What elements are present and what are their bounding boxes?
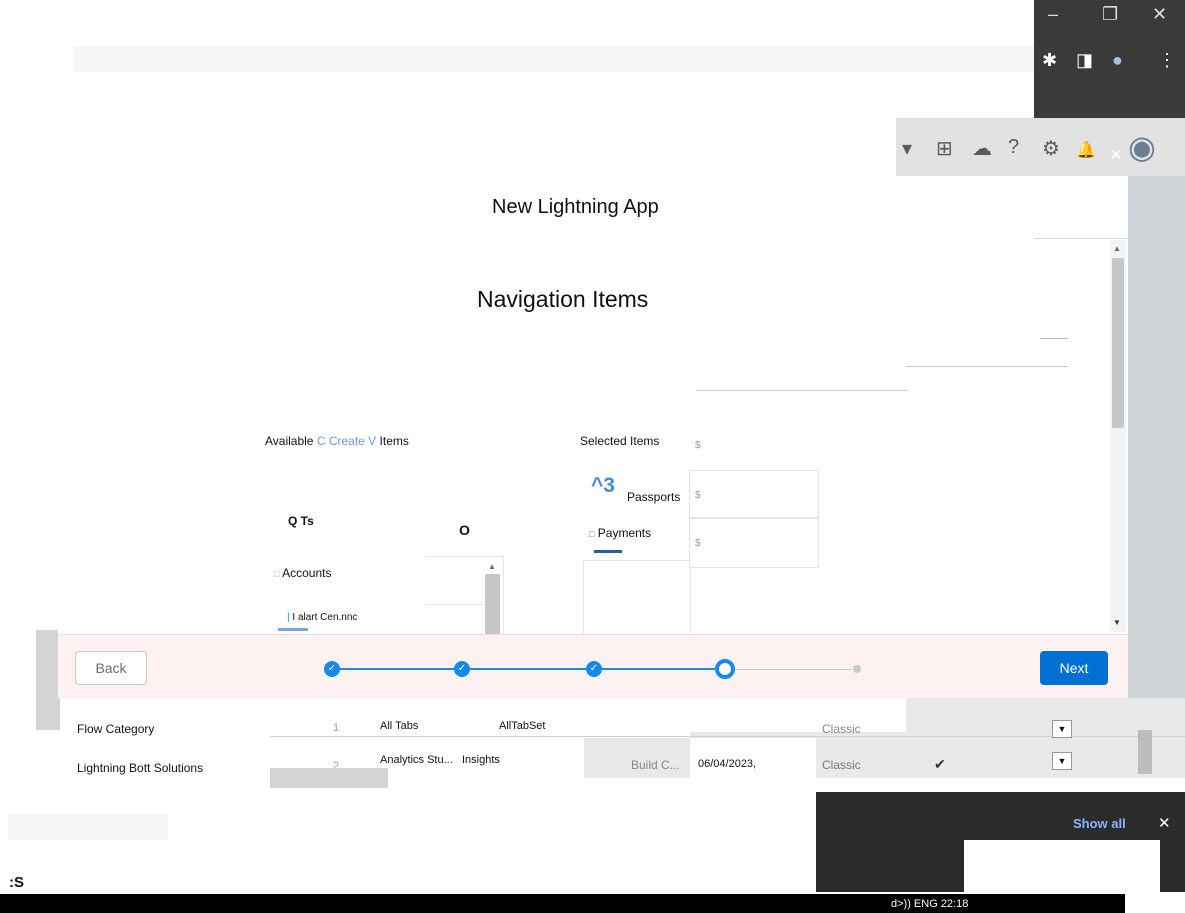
salesforce-header: ▾ ⊞ ☁ ? ⚙ 🔔 × ◉ [896, 118, 1185, 176]
order-box[interactable] [689, 470, 819, 518]
background-panel-left [270, 768, 388, 788]
list-divider [426, 604, 486, 605]
progress-step-complete-icon[interactable]: ✓ [586, 661, 602, 677]
table-white-block [690, 698, 906, 732]
progress-step-complete-icon[interactable]: ✓ [454, 661, 470, 677]
sidebar-item-flow-category[interactable]: Flow Category [77, 722, 154, 736]
progress-line [462, 668, 590, 670]
white-block [964, 840, 1160, 892]
tab-icon[interactable]: ◨ [1076, 50, 1093, 71]
bell-icon[interactable]: 🔔 [1076, 140, 1096, 160]
checkbox-icon: □ [274, 569, 280, 579]
table-scrollbar[interactable] [1138, 730, 1152, 774]
progress-line [332, 668, 460, 670]
browser-address-strip [74, 46, 1034, 72]
scroll-down-icon[interactable]: ▼ [1113, 618, 1121, 627]
faint-block [8, 814, 168, 840]
add-icon[interactable]: ⊞ [936, 136, 953, 161]
create-link[interactable]: C Create V [317, 434, 376, 448]
minimize-button[interactable]: – [1048, 4, 1058, 25]
sort-icon[interactable]: $ [695, 538, 701, 549]
selected-item-passports[interactable]: Passports [627, 490, 680, 504]
checkbox-icon: □ [589, 529, 595, 539]
table-white-block [270, 698, 584, 778]
table-cell-desc: Build C... [631, 758, 680, 772]
list-item-alert[interactable]: | I alart Cen.nnc [287, 612, 357, 623]
selected-item-bar [594, 550, 622, 553]
row-action-dropdown[interactable]: ▼ [1052, 720, 1072, 738]
section-title: Navigation Items [477, 286, 649, 312]
available-items-label: Available C Create V Items [265, 434, 409, 448]
taskbar: d>)) ENG 22:18 [0, 894, 1125, 913]
browser-chrome: – ❐ ✕ ✱ ◨ ● ⋮ [1034, 0, 1185, 118]
dropdown-icon[interactable]: ▾ [902, 136, 912, 161]
selected-count-badge: ^3 [591, 474, 615, 497]
more-icon[interactable]: ⋮ [1158, 50, 1176, 71]
modal-close-icon[interactable]: × [1110, 144, 1122, 167]
sort-icon[interactable]: $ [695, 440, 701, 451]
restore-button[interactable]: ❐ [1102, 4, 1118, 25]
progress-step-current[interactable] [715, 659, 735, 679]
profile-icon[interactable]: ● [1112, 50, 1123, 71]
modal-scroll-thumb[interactable] [1112, 258, 1124, 428]
faint-text-line [696, 390, 908, 391]
avatar[interactable]: ◉ [1128, 128, 1156, 166]
progress-line-pending [726, 669, 852, 670]
table-cell-dev: Insights [462, 754, 500, 766]
row-number: 1 [333, 722, 340, 734]
sidebar-item-lightning-bolt[interactable]: Lightning Bott Solutions [77, 761, 203, 775]
help-icon[interactable]: ? [1008, 136, 1019, 159]
table-cell-ui: Classic [822, 722, 861, 736]
table-cell-dev: AllTabSet [499, 720, 546, 732]
taskbar-left-label: :S [9, 874, 24, 891]
scroll-up-icon[interactable]: ▲ [488, 562, 496, 571]
show-all-link[interactable]: Show all [1073, 816, 1126, 831]
modal-header-divider [1034, 238, 1128, 239]
modal-title: New Lightning App [492, 196, 659, 218]
next-button[interactable]: Next [1040, 651, 1108, 685]
selected-items-list[interactable] [583, 560, 691, 634]
back-button[interactable]: Back [75, 651, 147, 685]
trailhead-icon[interactable]: ☁ [972, 136, 992, 161]
background-panel [1128, 176, 1185, 698]
list-item-accounts[interactable]: □ Accounts [274, 566, 331, 580]
modal-footer: Back ✓ ✓ ✓ Next [58, 634, 1128, 698]
progress-step-complete-icon[interactable]: ✓ [324, 661, 340, 677]
list-item-icon-bar [278, 628, 308, 631]
table-cell-name[interactable]: All Tabs [380, 720, 418, 732]
progress-step-pending[interactable] [853, 665, 861, 673]
progress-line [592, 668, 720, 670]
selected-items-label: Selected Items [580, 434, 660, 448]
table-divider [270, 736, 1185, 737]
close-icon[interactable]: ✕ [1158, 814, 1171, 832]
close-window-button[interactable]: ✕ [1152, 4, 1167, 25]
background-sidebar [36, 630, 60, 730]
checkmark-icon: ✔ [934, 756, 946, 772]
table-white-block [584, 698, 690, 738]
search-input[interactable]: Q Ts [288, 514, 314, 528]
sort-icon[interactable]: $ [695, 490, 701, 501]
selected-item-payments[interactable]: □ Payments [589, 526, 651, 540]
table-cell-name[interactable]: Analytics Stu... [380, 754, 453, 766]
faint-text-line [1040, 338, 1068, 339]
available-list-scrollbar[interactable] [485, 574, 500, 634]
selection-bar-icon: | [287, 612, 290, 623]
row-action-dropdown[interactable]: ▼ [1052, 752, 1072, 770]
order-box[interactable] [689, 518, 819, 568]
search-icon: O [459, 522, 470, 538]
table-cell-date: 06/04/2023, [698, 758, 757, 770]
extension-icon[interactable]: ✱ [1042, 50, 1057, 71]
download-bar: Show all ✕ [816, 792, 1185, 892]
setup-icon[interactable]: ⚙ [1042, 136, 1060, 161]
faint-text-line [906, 366, 1068, 367]
taskbar-clock[interactable]: d>)) ENG 22:18 [891, 898, 968, 910]
scroll-up-icon[interactable]: ▲ [1113, 244, 1121, 253]
table-cell-ui: Classic [822, 758, 861, 772]
